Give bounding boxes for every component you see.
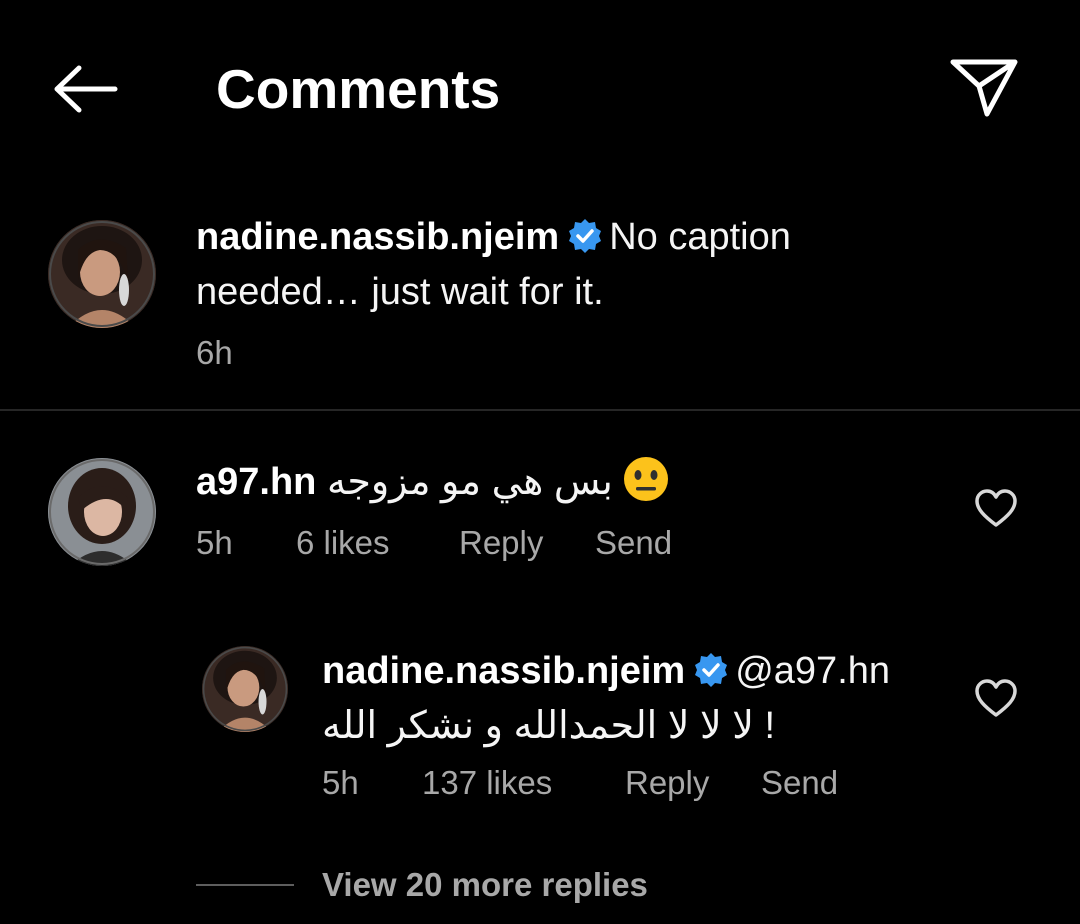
comment-actions: 5h 6 likes Reply Send (196, 524, 672, 562)
caption-text: nadine.nassib.njeim No caption needed… ju… (196, 212, 896, 317)
divider (196, 884, 294, 886)
avatar[interactable] (48, 220, 156, 328)
avatar[interactable] (48, 458, 156, 566)
divider (0, 409, 1080, 411)
reply-text: nadine.nassib.njeim @a97.hn ! لا لا لا ال… (322, 646, 942, 751)
neutral-face-emoji-icon (623, 456, 669, 515)
like-heart-icon[interactable] (974, 488, 1018, 528)
share-button[interactable] (940, 48, 1028, 128)
comment-timestamp: 5h (196, 524, 233, 561)
arrow-left-icon (54, 65, 118, 113)
caption-username[interactable]: nadine.nassib.njeim (196, 216, 559, 258)
reply-button[interactable]: Reply (459, 524, 595, 562)
like-heart-icon[interactable] (974, 678, 1018, 718)
send-button[interactable]: Send (761, 764, 838, 802)
likes-count[interactable]: 137 likes (422, 764, 625, 802)
page-title: Comments (216, 58, 501, 120)
caption-timestamp: 6h (196, 334, 233, 371)
reply-timestamp: 5h (322, 764, 359, 801)
reply-button[interactable]: Reply (625, 764, 761, 802)
verified-badge-icon (693, 651, 729, 701)
reply-mention[interactable]: @a97.hn (735, 650, 890, 692)
likes-count[interactable]: 6 likes (296, 524, 459, 562)
view-more-replies-label: View 20 more replies (322, 866, 648, 903)
back-button[interactable] (44, 56, 124, 122)
header-bar: Comments (0, 0, 1080, 175)
verified-badge-icon (567, 217, 603, 267)
reply-username[interactable]: nadine.nassib.njeim (322, 650, 685, 692)
comment-username[interactable]: a97.hn (196, 461, 316, 503)
avatar[interactable] (202, 646, 288, 732)
reply-actions: 5h 137 likes Reply Send (322, 764, 838, 802)
send-button[interactable]: Send (595, 524, 672, 562)
view-more-replies-button[interactable]: View 20 more replies (196, 866, 648, 904)
comment-text: a97.hn بس هي مو مزوجه (196, 456, 669, 515)
paper-plane-icon (950, 59, 1018, 117)
comment-body: بس هي مو مزوجه (326, 461, 613, 503)
reply-body: ! لا لا لا الحمدالله و نشكر الله (322, 705, 776, 747)
